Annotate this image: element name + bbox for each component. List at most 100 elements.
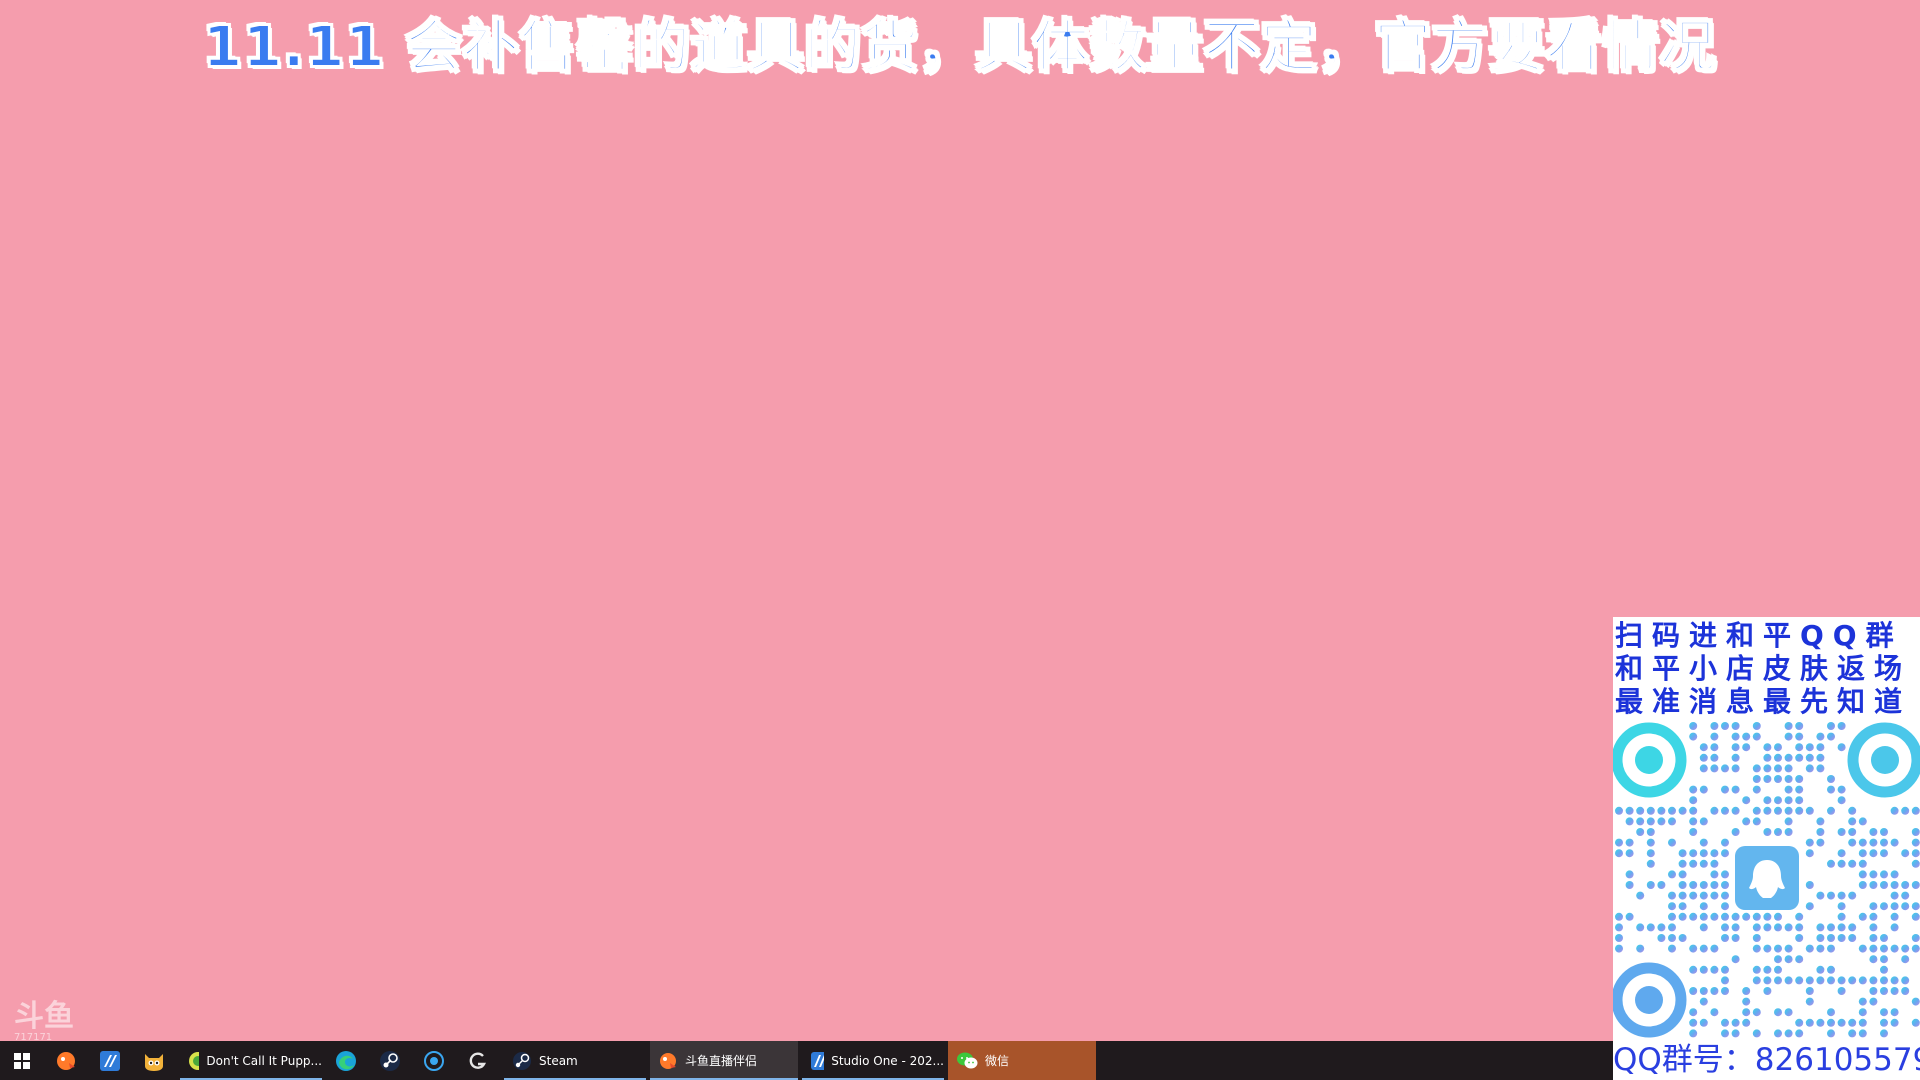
edge-browser-icon bbox=[336, 1050, 356, 1071]
qr-module bbox=[1668, 923, 1676, 932]
qr-module bbox=[1710, 722, 1719, 730]
qr-module bbox=[1827, 775, 1835, 783]
qr-module bbox=[1869, 849, 1878, 858]
qr-module bbox=[1837, 849, 1846, 858]
qr-module bbox=[1689, 881, 1698, 889]
qr-module bbox=[1699, 753, 1708, 762]
qr-module bbox=[1721, 785, 1729, 794]
qr-module bbox=[1699, 965, 1708, 974]
taskbar-circle-app[interactable] bbox=[412, 1041, 456, 1080]
qr-module bbox=[1816, 934, 1825, 942]
taskbar-app-dont-call-it-puppet[interactable]: Don't Call It Pupp... bbox=[180, 1041, 322, 1080]
qr-module bbox=[1689, 1018, 1698, 1027]
qr-module bbox=[1880, 965, 1888, 974]
taskbar-steam-pinned[interactable] bbox=[368, 1041, 412, 1080]
qr-module bbox=[1668, 912, 1676, 921]
qr-module bbox=[1869, 881, 1878, 889]
qr-module bbox=[1752, 1008, 1761, 1017]
qr-code-graphic bbox=[1613, 720, 1920, 1042]
qr-module bbox=[1615, 806, 1623, 815]
taskbar-app-douyu-companion[interactable]: 斗鱼直播伴侣 bbox=[650, 1041, 798, 1080]
qr-module bbox=[1710, 987, 1719, 995]
taskbar-g-app[interactable] bbox=[456, 1041, 500, 1080]
qr-module bbox=[1752, 1029, 1761, 1038]
qr-module bbox=[1795, 955, 1804, 964]
qr-module bbox=[1784, 764, 1793, 773]
start-button[interactable] bbox=[0, 1041, 44, 1080]
qr-module bbox=[1763, 965, 1772, 974]
qr-module bbox=[1710, 944, 1719, 953]
taskbar-studio-one-pinned[interactable] bbox=[88, 1041, 132, 1080]
qr-module bbox=[1827, 806, 1835, 815]
taskbar: Don't Call It Pupp... Steam 斗鱼直播伴侣 Studi… bbox=[0, 1041, 1613, 1080]
douyu-fish-icon bbox=[660, 1052, 676, 1069]
taskbar-app-studio-one[interactable]: Studio One - 202... bbox=[802, 1041, 944, 1080]
qr-module bbox=[1890, 806, 1899, 815]
qr-module bbox=[1742, 1008, 1751, 1017]
qr-module bbox=[1901, 891, 1910, 900]
desktop: 11.11 会补售罄的道具的货，具体数量不定，官方要看情况 扫码进和平QQ群 和… bbox=[0, 0, 1920, 1080]
steam-icon bbox=[513, 1051, 531, 1070]
qr-module bbox=[1678, 806, 1687, 815]
qr-module bbox=[1858, 881, 1867, 889]
qr-module bbox=[1752, 764, 1761, 773]
douyu-fish-icon bbox=[57, 1051, 75, 1070]
qr-module bbox=[1699, 997, 1708, 1006]
taskbar-app-wechat[interactable]: 微信 bbox=[948, 1041, 1096, 1080]
qr-module bbox=[1901, 902, 1910, 911]
qr-module bbox=[1710, 881, 1719, 889]
qr-module bbox=[1752, 934, 1761, 942]
g-app-icon bbox=[469, 1052, 487, 1069]
qr-module bbox=[1911, 859, 1920, 868]
qr-module bbox=[1646, 859, 1655, 868]
qr-module bbox=[1837, 828, 1846, 836]
qr-module bbox=[1827, 1008, 1835, 1017]
qr-module bbox=[1858, 976, 1867, 985]
qr-module bbox=[1742, 743, 1751, 752]
qr-module bbox=[1869, 976, 1878, 985]
qr-module bbox=[1837, 902, 1846, 911]
qr-module bbox=[1689, 817, 1698, 826]
qr-module bbox=[1678, 912, 1687, 921]
qr-module bbox=[1742, 817, 1751, 826]
qr-module bbox=[1678, 934, 1687, 942]
qr-module bbox=[1837, 934, 1846, 942]
qr-module bbox=[1625, 849, 1634, 858]
qr-module bbox=[1837, 891, 1846, 900]
taskbar-douyu-pinned[interactable] bbox=[44, 1041, 88, 1080]
qr-module bbox=[1901, 881, 1910, 889]
qr-module bbox=[1858, 817, 1867, 826]
qr-module bbox=[1752, 923, 1761, 932]
qr-module bbox=[1880, 881, 1888, 889]
qr-module bbox=[1858, 870, 1867, 879]
qr-module bbox=[1869, 934, 1878, 942]
qr-module bbox=[1784, 1029, 1793, 1038]
qr-module bbox=[1827, 891, 1835, 900]
qr-module bbox=[1795, 796, 1804, 805]
qr-module bbox=[1795, 722, 1804, 730]
taskbar-edge[interactable] bbox=[324, 1041, 368, 1080]
taskbar-cat-app-pinned[interactable] bbox=[132, 1041, 176, 1080]
qr-module bbox=[1721, 912, 1729, 921]
qr-module bbox=[1699, 817, 1708, 826]
qr-module bbox=[1625, 881, 1634, 889]
qr-module bbox=[1858, 1029, 1867, 1038]
qr-module bbox=[1710, 764, 1719, 773]
qr-module bbox=[1890, 944, 1899, 953]
qr-module bbox=[1837, 722, 1846, 730]
qr-module bbox=[1890, 902, 1899, 911]
qr-module bbox=[1774, 828, 1782, 836]
taskbar-app-steam[interactable]: Steam bbox=[504, 1041, 646, 1080]
qr-module bbox=[1848, 1029, 1857, 1038]
qr-module bbox=[1869, 997, 1878, 1006]
qr-promo-heading: 扫码进和平QQ群 和平小店皮肤返场 最准消息最先知道 bbox=[1613, 617, 1920, 719]
qr-module bbox=[1911, 912, 1920, 921]
qr-module bbox=[1805, 881, 1814, 889]
qr-module bbox=[1869, 944, 1878, 953]
qr-module bbox=[1890, 987, 1899, 995]
qr-module bbox=[1689, 944, 1698, 953]
qr-module bbox=[1721, 1029, 1729, 1038]
studio-one-icon bbox=[811, 1051, 825, 1070]
qr-module bbox=[1646, 881, 1655, 889]
qr-module bbox=[1668, 838, 1676, 847]
